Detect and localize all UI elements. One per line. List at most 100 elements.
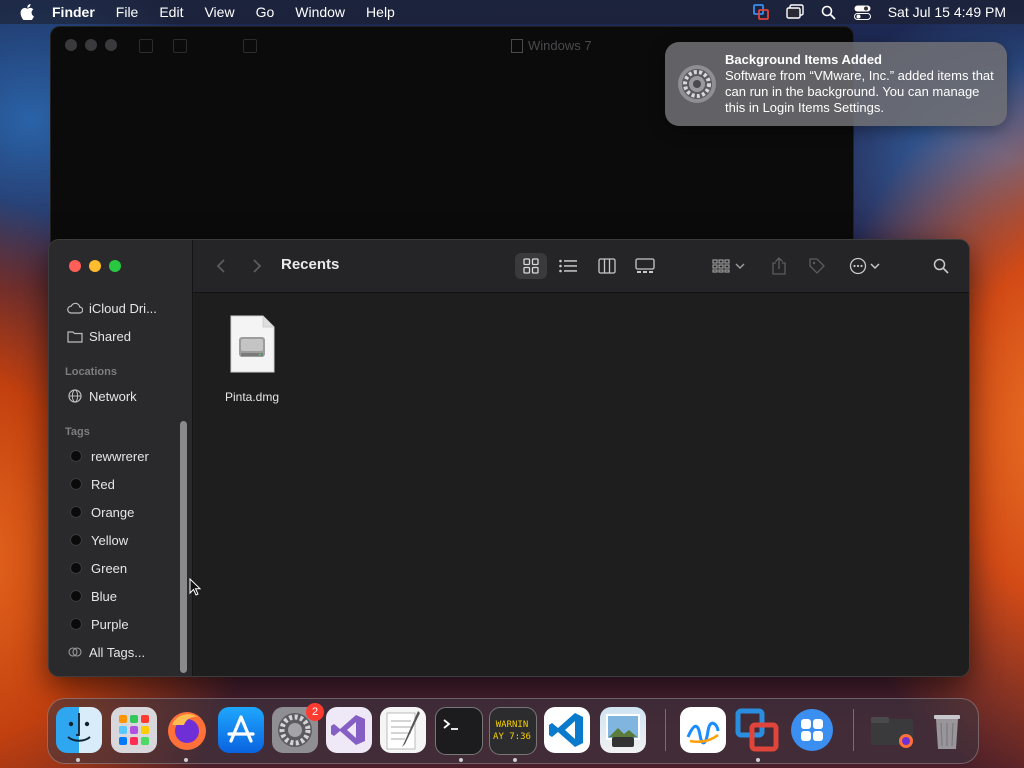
icon-view-button[interactable] bbox=[515, 253, 547, 279]
trash-icon bbox=[934, 715, 960, 749]
system-settings-gear-icon bbox=[678, 65, 716, 103]
vmware-status-icon[interactable] bbox=[752, 3, 770, 21]
sidebar-item-shared[interactable]: Shared bbox=[67, 326, 131, 346]
menu-view[interactable]: View bbox=[204, 4, 234, 20]
dock-app-visual-studio[interactable] bbox=[326, 707, 372, 753]
running-indicator bbox=[459, 758, 463, 762]
console-icon: WARNIN AY 7:36 bbox=[493, 720, 531, 742]
control-center-icon[interactable] bbox=[854, 3, 872, 21]
dock-app-vmware-fusion[interactable] bbox=[734, 707, 780, 753]
running-indicator bbox=[756, 758, 760, 762]
tag-dot-icon bbox=[70, 590, 82, 602]
downloads-folder-icon bbox=[871, 717, 913, 748]
sidebar-tag-yellow[interactable]: Yellow bbox=[67, 530, 128, 550]
running-indicator bbox=[76, 758, 80, 762]
tag-button[interactable] bbox=[803, 253, 831, 279]
notification-body: Software from “VMware, Inc.” added items… bbox=[725, 68, 994, 115]
notification-title: Background Items Added bbox=[725, 52, 882, 67]
grid-icon bbox=[523, 258, 539, 274]
file-item-pinta-dmg[interactable]: Pinta.dmg bbox=[213, 315, 291, 404]
tag-dot-icon bbox=[70, 478, 82, 490]
back-button[interactable] bbox=[211, 253, 231, 279]
dock-app-terminal[interactable] bbox=[435, 707, 483, 755]
notification-banner[interactable]: Background Items Added Software from “VM… bbox=[665, 42, 1007, 126]
columns-icon bbox=[598, 258, 616, 274]
vscode-icon bbox=[549, 713, 583, 747]
dock-app-console[interactable]: WARNIN AY 7:36 bbox=[489, 707, 537, 755]
finder-window: iCloud Dri... Shared Locations Network T… bbox=[48, 239, 970, 677]
chevron-down-icon bbox=[869, 263, 880, 270]
menu-help[interactable]: Help bbox=[366, 4, 395, 20]
grid-group-icon bbox=[711, 259, 730, 273]
sidebar-all-tags[interactable]: All Tags... bbox=[67, 642, 145, 662]
dock-app-freeform[interactable] bbox=[680, 707, 726, 753]
forward-button[interactable] bbox=[247, 253, 267, 279]
minimize-button[interactable] bbox=[89, 260, 101, 272]
column-view-button[interactable] bbox=[591, 253, 623, 279]
vm-toolbar-icon[interactable] bbox=[173, 39, 187, 53]
tag-dot-icon bbox=[70, 562, 82, 574]
dock-app-firefox[interactable] bbox=[164, 707, 210, 753]
finder-face-icon bbox=[67, 713, 91, 742]
vm-toolbar-icon[interactable] bbox=[139, 39, 153, 53]
sidebar-item-network[interactable]: Network bbox=[67, 386, 137, 406]
vm-toolbar-icon[interactable] bbox=[243, 39, 257, 53]
tag-dot-icon bbox=[70, 506, 82, 518]
sidebar-scrollbar[interactable] bbox=[180, 421, 187, 673]
chevron-down-icon bbox=[734, 263, 745, 270]
close-button[interactable] bbox=[69, 260, 81, 272]
app-store-icon bbox=[227, 715, 255, 743]
notification-badge: 2 bbox=[306, 703, 324, 721]
share-button[interactable] bbox=[765, 253, 793, 279]
sidebar-tag-red[interactable]: Red bbox=[67, 474, 115, 494]
apple-menu-icon[interactable] bbox=[20, 4, 34, 20]
menu-edit[interactable]: Edit bbox=[159, 4, 183, 20]
group-by-button[interactable] bbox=[707, 253, 749, 279]
search-button[interactable] bbox=[927, 253, 955, 279]
dock-app-preview[interactable] bbox=[600, 707, 646, 753]
action-menu-button[interactable] bbox=[844, 253, 884, 279]
sidebar-tag-rewwrerer[interactable]: rewwrerer bbox=[67, 446, 149, 466]
screen-mirroring-icon[interactable] bbox=[786, 3, 804, 21]
sidebar-tag-green[interactable]: Green bbox=[67, 558, 127, 578]
vm-zoom-button[interactable] bbox=[105, 39, 117, 51]
all-tags-icon bbox=[67, 644, 83, 660]
shared-folder-icon bbox=[67, 328, 83, 344]
console-line: WARNIN bbox=[496, 720, 529, 730]
vm-minimize-button[interactable] bbox=[85, 39, 97, 51]
dock-downloads-stack[interactable] bbox=[869, 707, 915, 753]
gallery-icon bbox=[635, 258, 655, 273]
list-view-button[interactable] bbox=[552, 253, 584, 279]
gallery-view-button[interactable] bbox=[629, 253, 661, 279]
dock-app-finder[interactable] bbox=[56, 707, 102, 753]
textedit-icon bbox=[386, 711, 420, 750]
spotlight-search-icon[interactable] bbox=[820, 3, 838, 21]
sidebar-heading-tags: Tags bbox=[65, 426, 90, 438]
dock-app-app-store[interactable] bbox=[218, 707, 264, 753]
chevron-left-icon bbox=[216, 259, 225, 273]
tag-dot-icon bbox=[70, 450, 82, 462]
dock-app-windows-vm[interactable] bbox=[789, 707, 835, 753]
menu-window[interactable]: Window bbox=[295, 4, 345, 20]
menu-file[interactable]: File bbox=[116, 4, 139, 20]
list-icon bbox=[559, 259, 577, 273]
dock-app-textedit[interactable] bbox=[380, 707, 426, 753]
menu-app-finder[interactable]: Finder bbox=[52, 4, 95, 20]
sidebar-item-icloud-drive[interactable]: iCloud Dri... bbox=[67, 298, 157, 318]
finder-toolbar: Recents bbox=[193, 240, 969, 293]
ellipsis-circle-icon bbox=[849, 257, 866, 275]
dock-trash[interactable] bbox=[924, 707, 970, 753]
menu-clock[interactable]: Sat Jul 15 4:49 PM bbox=[888, 4, 1006, 20]
chevron-right-icon bbox=[253, 259, 262, 273]
zoom-button[interactable] bbox=[109, 260, 121, 272]
dock-app-system-settings[interactable]: 2 bbox=[272, 703, 324, 753]
dock-separator bbox=[853, 709, 854, 751]
sidebar-tag-blue[interactable]: Blue bbox=[67, 586, 117, 606]
preview-photos-icon bbox=[606, 714, 640, 747]
dock-app-vscode[interactable] bbox=[544, 707, 590, 753]
menu-go[interactable]: Go bbox=[256, 4, 275, 20]
vm-close-button[interactable] bbox=[65, 39, 77, 51]
sidebar-tag-orange[interactable]: Orange bbox=[67, 502, 134, 522]
sidebar-tag-purple[interactable]: Purple bbox=[67, 614, 129, 634]
dock-app-launchpad[interactable] bbox=[111, 707, 157, 753]
